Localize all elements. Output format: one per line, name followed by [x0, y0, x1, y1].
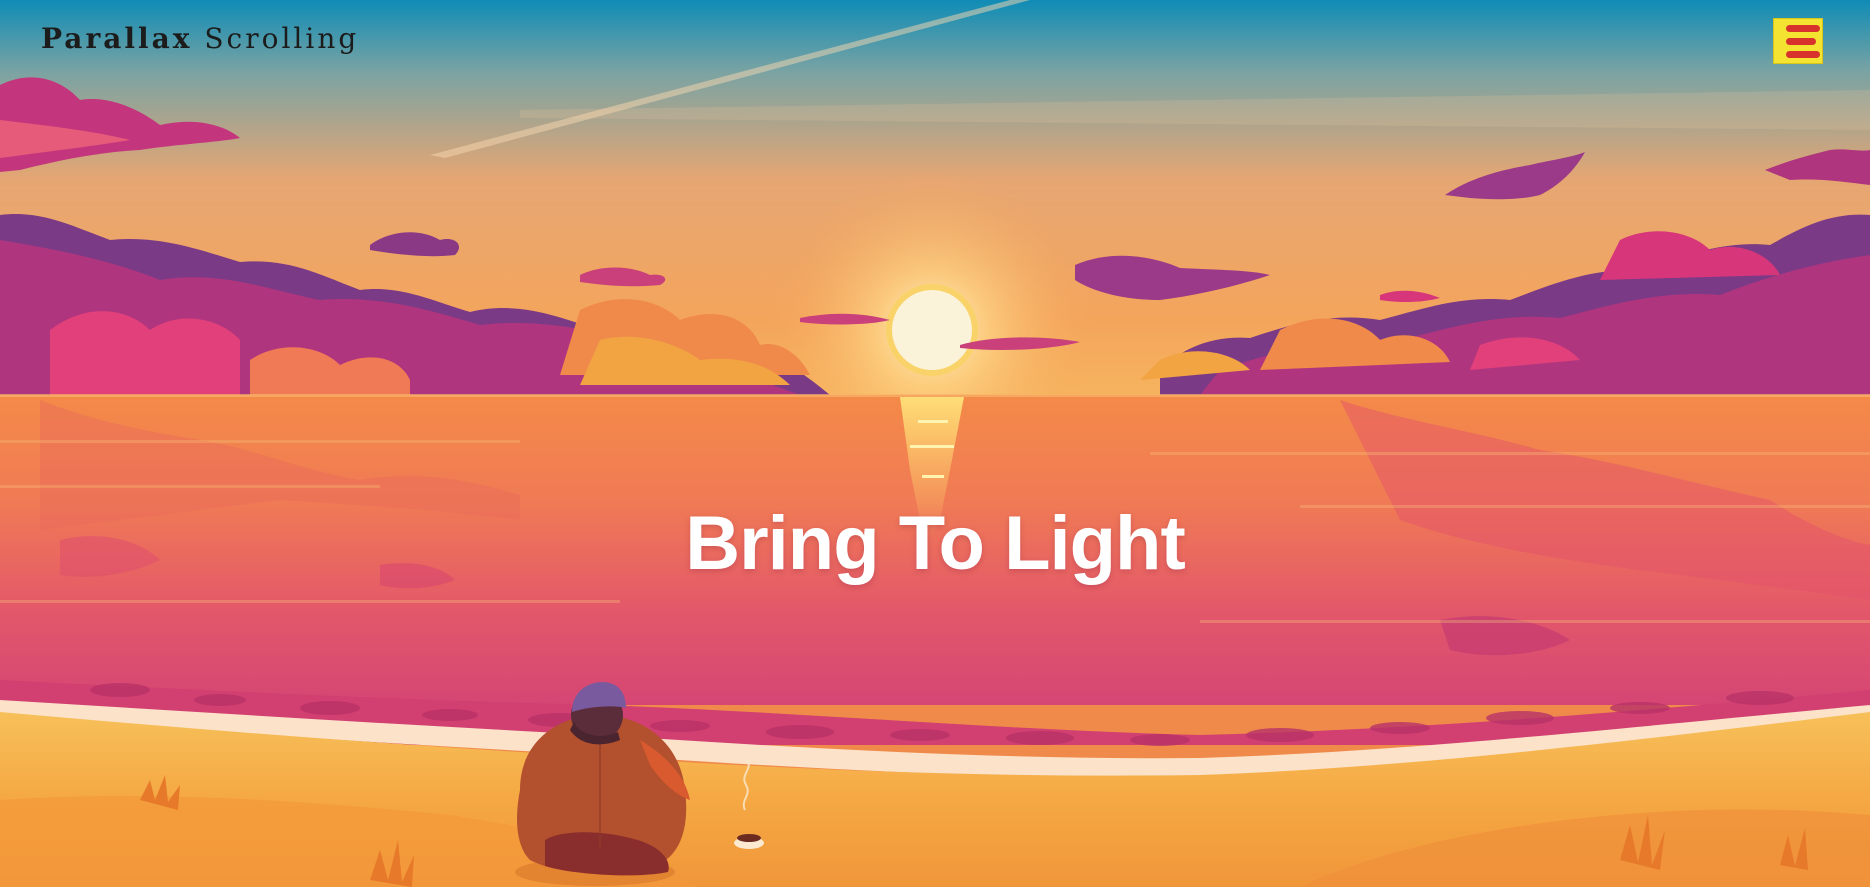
logo-light-text: Scrolling	[204, 22, 360, 55]
logo-strong-text: Parallax	[41, 22, 193, 55]
hero-title: Bring To Light	[685, 501, 1186, 586]
parallax-hero: Parallax Scrolling Bring To Light	[0, 0, 1870, 887]
menu-bar-middle	[1786, 38, 1816, 45]
menu-bar-bottom	[1786, 51, 1820, 58]
top-navigation-bar: Parallax Scrolling	[0, 0, 1870, 84]
site-logo[interactable]: Parallax Scrolling	[41, 22, 359, 55]
menu-bar-top	[1786, 25, 1820, 32]
hamburger-menu-button[interactable]	[1773, 18, 1823, 64]
sunset-beach-illustration	[0, 0, 1870, 887]
